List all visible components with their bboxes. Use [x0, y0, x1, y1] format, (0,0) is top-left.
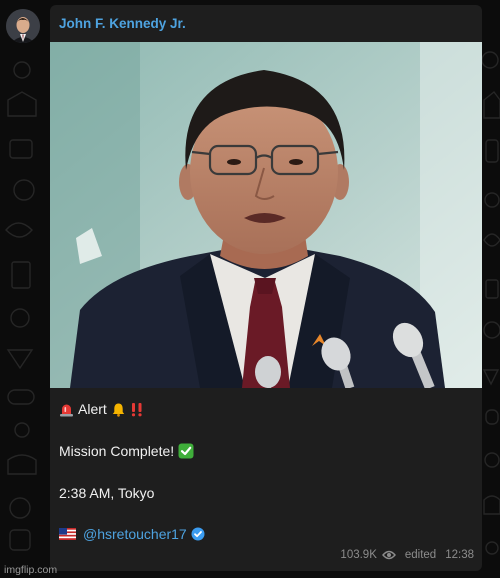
mission-text: Mission Complete! [59, 443, 175, 459]
alert-line: Alert [59, 401, 144, 417]
sender-name[interactable]: John F. Kennedy Jr. [59, 16, 186, 31]
imgflip-watermark: imgflip.com [4, 564, 58, 576]
time-text: 2:38 AM, Tokyo [59, 485, 155, 501]
alert-label: Alert [78, 401, 107, 417]
bell-emoji [111, 402, 126, 417]
verified-badge-icon [191, 527, 205, 541]
post-photo[interactable] [50, 42, 482, 388]
handle-link[interactable]: @hsretoucher17 [83, 526, 187, 542]
message-meta: 103.9K edited 12:38 [340, 549, 474, 561]
us-flag-emoji [59, 528, 76, 540]
mission-line: Mission Complete! [59, 443, 194, 459]
sender-avatar[interactable] [6, 9, 40, 43]
view-count: 103.9K [340, 549, 377, 561]
double-exclamation-emoji [130, 402, 144, 417]
eye-icon [381, 550, 396, 560]
time-line: 2:38 AM, Tokyo [59, 485, 154, 501]
siren-emoji [59, 402, 74, 417]
edited-label: edited [404, 549, 437, 561]
handle-line: @hsretoucher17 [59, 526, 205, 542]
message-bubble[interactable]: John F. Kennedy Jr. Alert Mission Comple… [50, 5, 482, 571]
check-mark-button-emoji [178, 443, 194, 459]
message-time: 12:38 [445, 549, 474, 561]
